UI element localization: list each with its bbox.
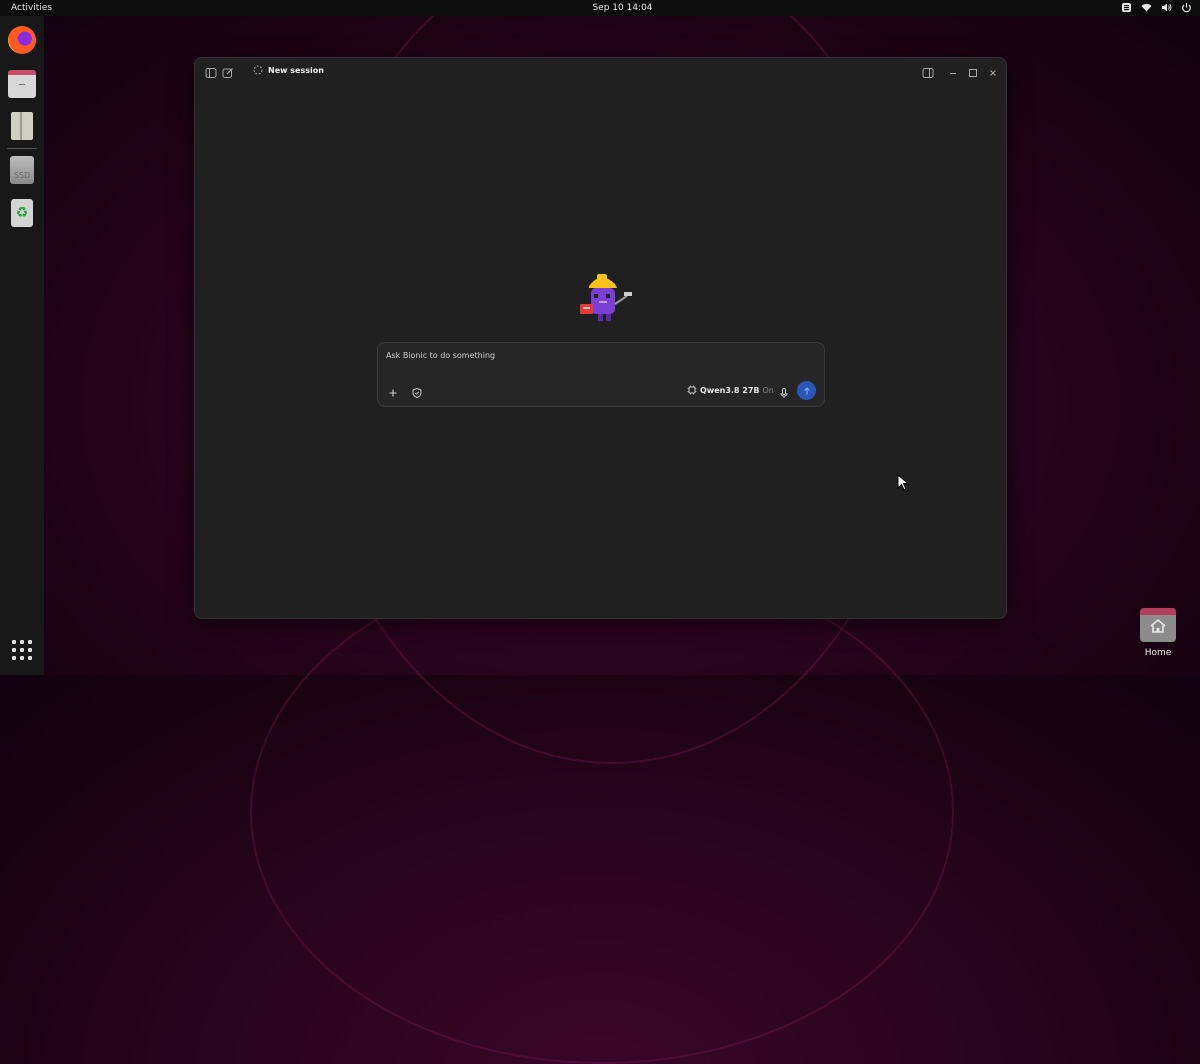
send-button[interactable] <box>797 381 816 400</box>
builder-mascot-icon <box>580 274 632 321</box>
minimize-icon[interactable] <box>947 64 959 76</box>
new-chat-icon[interactable] <box>222 64 234 78</box>
chat-composer: Qwen3.8 27B On <box>377 342 825 407</box>
title-bar[interactable]: New session <box>195 58 1006 84</box>
dock: SSD ♻ <box>0 16 44 675</box>
power-icon[interactable] <box>1181 2 1192 13</box>
system-tray[interactable] <box>1121 2 1192 13</box>
model-name: Qwen3.8 27B <box>700 385 760 395</box>
keyboard-layout-icon[interactable] <box>1121 2 1132 13</box>
sidebar-toggle-icon[interactable] <box>205 64 217 78</box>
top-bar: Activities Sep 10 14:04 <box>0 0 1200 16</box>
volume-icon[interactable] <box>1161 2 1172 13</box>
session-title[interactable]: New session <box>253 65 324 75</box>
app-window: New session Ask Bionic to do something Q… <box>194 57 1007 619</box>
clock[interactable]: Sep 10 14:04 <box>0 3 1200 13</box>
files-icon[interactable] <box>8 70 36 98</box>
close-icon[interactable] <box>987 64 999 76</box>
microphone-icon[interactable] <box>778 384 790 398</box>
desktop-arc <box>250 560 954 1064</box>
model-status: On <box>762 385 774 395</box>
archive-icon[interactable] <box>11 112 33 140</box>
home-folder-label[interactable]: Home <box>1130 648 1186 658</box>
apps-grid-icon[interactable] <box>12 640 32 660</box>
chip-icon <box>687 385 697 395</box>
ssd-drive-icon[interactable]: SSD <box>10 156 34 184</box>
maximize-icon[interactable] <box>967 64 979 77</box>
trash-icon[interactable]: ♻ <box>11 199 33 227</box>
wifi-icon[interactable] <box>1141 2 1152 13</box>
loading-spinner-icon <box>253 65 263 75</box>
ssd-label: SSD <box>13 171 31 180</box>
arrow-up-icon <box>803 386 810 394</box>
mouse-cursor-icon <box>897 474 909 491</box>
add-attachment-icon[interactable] <box>387 384 399 397</box>
firefox-icon[interactable] <box>8 26 36 54</box>
panel-toggle-icon[interactable] <box>922 64 934 78</box>
shield-icon[interactable] <box>411 384 423 399</box>
dock-separator <box>7 148 37 149</box>
home-folder-icon[interactable] <box>1140 608 1176 642</box>
prompt-input[interactable] <box>386 351 806 360</box>
session-title-label: New session <box>268 65 324 75</box>
model-selector[interactable]: Qwen3.8 27B On <box>687 385 774 395</box>
